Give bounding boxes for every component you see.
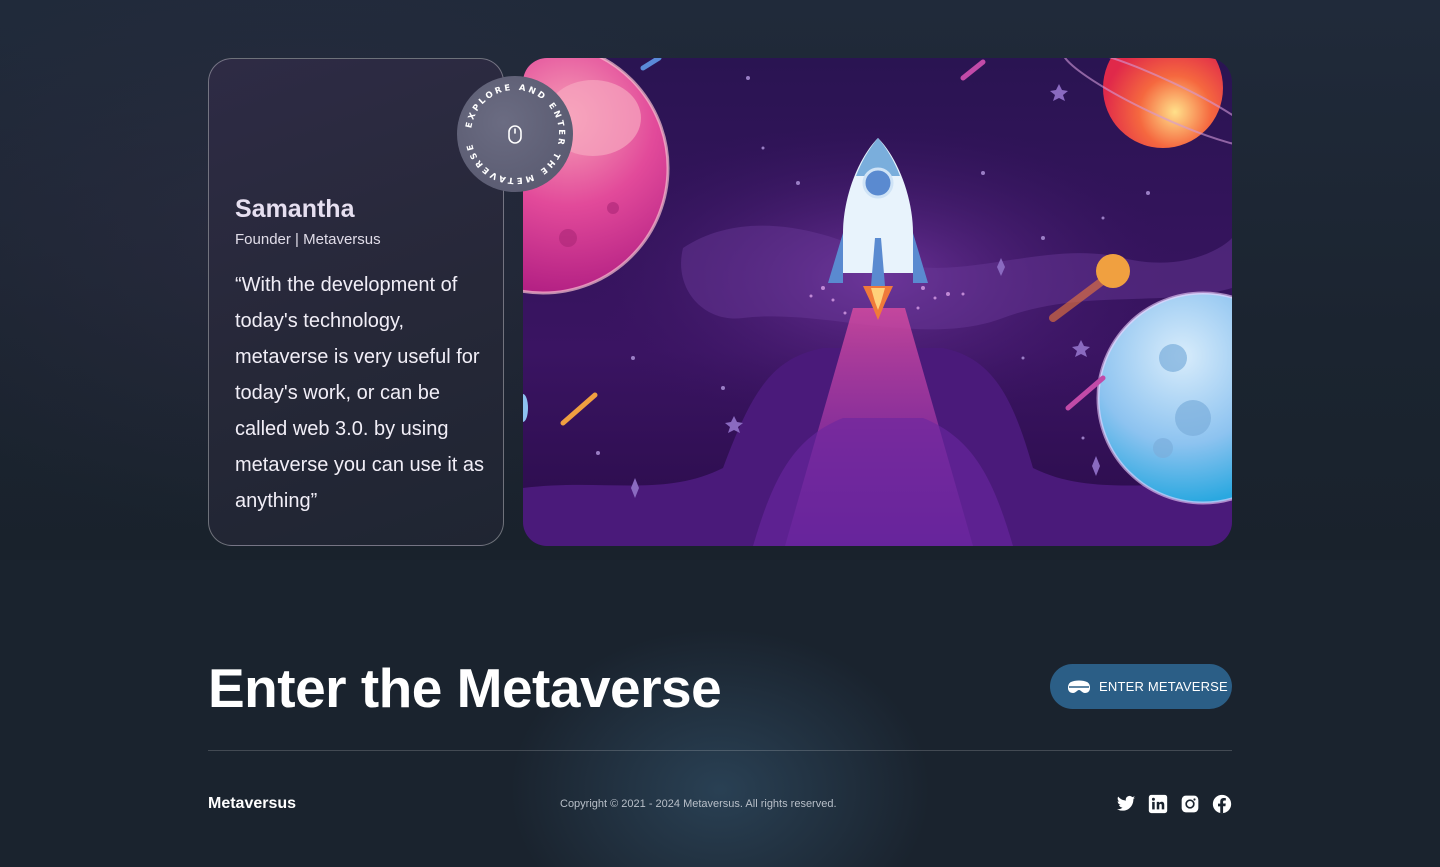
- vr-headset-icon: [1068, 680, 1090, 693]
- testimonial-quote: “With the development of today's technol…: [235, 274, 485, 512]
- badge-text: EXPLORE AND ENTER THE METAVERSE: [464, 83, 563, 185]
- enter-metaverse-button[interactable]: ENTER METAVERSE: [1050, 664, 1232, 709]
- instagram-icon[interactable]: [1180, 794, 1200, 814]
- footer-copyright: Copyright © 2021 - 2024 Metaversus. All …: [560, 798, 837, 810]
- twitter-icon[interactable]: [1116, 794, 1136, 814]
- testimonial-role: Founder | Metaversus: [235, 231, 381, 248]
- linkedin-icon[interactable]: [1148, 794, 1168, 814]
- mouse-icon: [508, 125, 522, 144]
- testimonial-name: Samantha: [235, 195, 355, 223]
- enter-metaverse-label: ENTER METAVERSE: [1099, 679, 1228, 694]
- svg-text:EXPLORE AND ENTER THE METAVERS: EXPLORE AND ENTER THE METAVERSE: [464, 83, 566, 185]
- social-links: [1116, 793, 1232, 815]
- hero-illustration: [523, 58, 1232, 546]
- footer-divider: [208, 750, 1232, 751]
- badge-ring: EXPLORE AND ENTER THE METAVERSE: [464, 83, 566, 185]
- cta-title: Enter the Metaverse: [208, 657, 722, 719]
- explore-badge[interactable]: EXPLORE AND ENTER THE METAVERSE: [457, 76, 573, 192]
- facebook-icon[interactable]: [1212, 794, 1232, 814]
- footer-brand[interactable]: Metaversus: [208, 795, 296, 813]
